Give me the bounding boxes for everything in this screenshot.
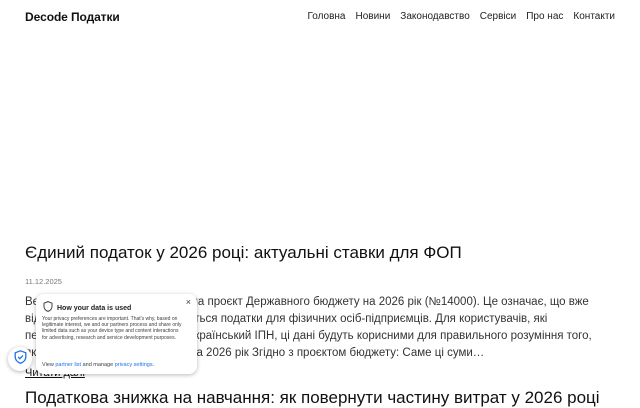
nav-home[interactable]: Головна: [308, 11, 346, 22]
privacy-title: How your data is used: [57, 304, 132, 312]
site-header: Decode Податки Головна Новини Законодавс…: [0, 0, 640, 36]
privacy-header: How your data is used: [43, 299, 131, 317]
partner-list-link[interactable]: partner list: [55, 362, 81, 368]
privacy-footer-prefix: View: [42, 362, 56, 368]
nav-legislation[interactable]: Законодавство: [400, 11, 469, 22]
privacy-footer-mid: and manage: [81, 362, 115, 368]
nav-news[interactable]: Новини: [356, 11, 391, 22]
privacy-shield-button[interactable]: [8, 347, 32, 371]
privacy-popup: How your data is used × Your privacy pre…: [36, 294, 197, 374]
next-post-title[interactable]: Податкова знижка на навчання: як поверну…: [25, 388, 615, 408]
close-icon[interactable]: ×: [186, 297, 191, 307]
main-nav: Головна Новини Законодавство Сервіси Про…: [308, 11, 616, 22]
post-date: 11.12.2025: [25, 277, 62, 286]
shield-check-icon: [14, 349, 27, 369]
shield-icon: [43, 299, 53, 317]
site-logo[interactable]: Decode Податки: [25, 10, 120, 24]
privacy-text: Your privacy preferences are important. …: [42, 316, 182, 341]
privacy-footer: View partner list and manage privacy set…: [42, 362, 154, 368]
privacy-settings-link[interactable]: privacy settings: [115, 362, 153, 368]
nav-services[interactable]: Сервіси: [480, 11, 516, 22]
privacy-footer-suffix: .: [152, 362, 155, 368]
nav-about[interactable]: Про нас: [526, 11, 563, 22]
nav-contacts[interactable]: Контакти: [573, 11, 615, 22]
post-title[interactable]: Єдиний податок у 2026 році: актуальні ст…: [25, 243, 462, 263]
